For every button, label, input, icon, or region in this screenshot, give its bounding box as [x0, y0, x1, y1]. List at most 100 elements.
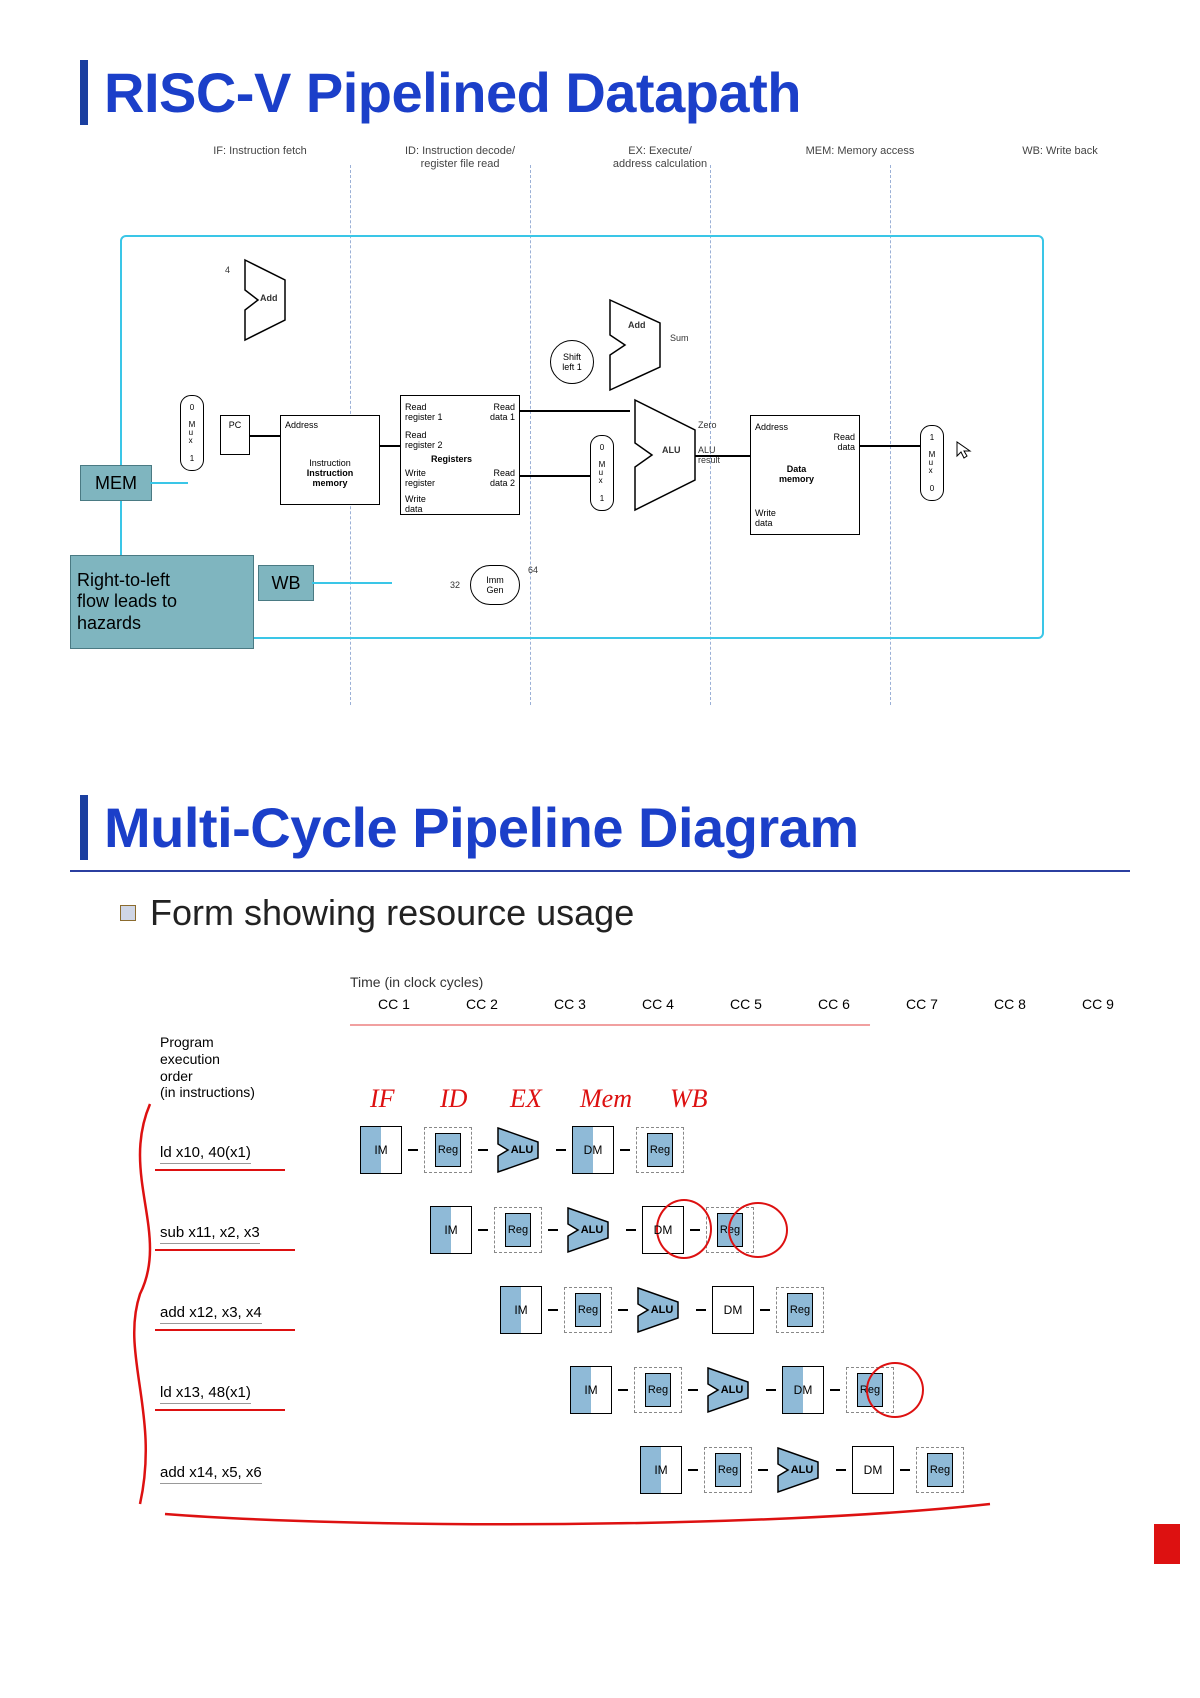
pipe-row-3: IM Reg ALU DM Reg [500, 1284, 824, 1336]
regfile-data2: Read data 2 [490, 468, 515, 488]
conn [760, 1309, 770, 1311]
stage-if-label: IF: Instruction fetch [170, 145, 350, 171]
imem-name: Instruction memory [285, 468, 375, 488]
red-bottom-swoop [160, 1494, 1000, 1534]
cc6: CC 6 [800, 996, 868, 1012]
hw-wb: WB [670, 1084, 708, 1114]
r4-reg1: Reg [634, 1367, 682, 1413]
instr-5: add x14, x5, x6 [160, 1464, 262, 1484]
imm-out-width: 64 [528, 565, 538, 575]
r4-alu: ALU [704, 1364, 760, 1416]
slide1-title: RISC-V Pipelined Datapath [104, 60, 1170, 125]
bullet-icon [120, 905, 136, 921]
alu-label: ALU [662, 445, 681, 455]
data-memory: Address Read data Data memory Write data [750, 415, 860, 535]
instr-2: sub x11, x2, x3 [160, 1224, 260, 1244]
cc7: CC 7 [888, 996, 956, 1012]
mem-tag-box: MEM [80, 465, 152, 501]
conn [618, 1309, 628, 1311]
instr-3: add x12, x3, x4 [160, 1304, 262, 1324]
wb-tag-line [312, 582, 392, 584]
slide2-title: Multi-Cycle Pipeline Diagram [104, 795, 1170, 860]
conn [478, 1229, 488, 1231]
r5-alu: ALU [774, 1444, 830, 1496]
r1-reg2: Reg [636, 1127, 684, 1173]
wire-alu-dmem [695, 455, 750, 457]
alu-mux-1: 1 [600, 494, 604, 503]
pc-mux: 0 M u x 1 [180, 395, 204, 471]
r4-dm: DM [782, 1366, 824, 1414]
r2-reg1: Reg [494, 1207, 542, 1253]
hw-if: IF [370, 1084, 395, 1114]
slide-multicycle: Multi-Cycle Pipeline Diagram Form showin… [0, 765, 1200, 1574]
red-under-2 [155, 1249, 295, 1251]
adder-pc4-label: Add [260, 293, 278, 303]
wire-pc-imem [250, 435, 280, 437]
r5-dm: DM [852, 1446, 894, 1494]
r1-alu: ALU [494, 1124, 550, 1176]
cycle-labels: CC 1 CC 2 CC 3 CC 4 CC 5 CC 6 CC 7 CC 8 … [360, 996, 1132, 1012]
pipe-row-5: IM Reg ALU DM Reg [640, 1444, 964, 1496]
r5-reg2: Reg [916, 1447, 964, 1493]
mux-in0: 0 [190, 403, 194, 412]
wire-dmem-wbmux [860, 445, 920, 447]
conn [408, 1149, 418, 1151]
pc-block: PC [220, 415, 250, 455]
time-header: Time (in clock cycles) [350, 974, 483, 990]
cursor-icon [955, 440, 975, 460]
wb-mux: 1 M u x 0 [920, 425, 944, 501]
slide-corner-marker [1154, 1524, 1180, 1564]
mem-tag-line [150, 482, 188, 484]
r1-im: IM [360, 1126, 402, 1174]
r3-im: IM [500, 1286, 542, 1334]
title-bar-2: Multi-Cycle Pipeline Diagram [80, 795, 1170, 860]
imm-gen: Imm Gen [470, 565, 520, 605]
cc1: CC 1 [360, 996, 428, 1012]
red-circle-r2-reg [728, 1202, 788, 1258]
title-bar: RISC-V Pipelined Datapath [80, 60, 1170, 125]
alu-mux-m: M u x [599, 461, 606, 485]
r5-reg1: Reg [704, 1447, 752, 1493]
r3-alu: ALU [634, 1284, 690, 1336]
datapath-diagram: IF: Instruction fetch ID: Instruction de… [50, 145, 1150, 705]
slide2-subtitle: Form showing resource usage [150, 892, 634, 934]
adder-branch [605, 295, 675, 395]
regfile-read1: Read register 1 [405, 402, 443, 422]
red-left-sketch [110, 1094, 170, 1514]
mux-in1: 1 [190, 454, 194, 463]
pc4-const: 4 [225, 265, 230, 275]
regfile-data1: Read data 1 [490, 402, 515, 422]
conn [758, 1469, 768, 1471]
conn [830, 1389, 840, 1391]
r1-reg1: Reg [424, 1127, 472, 1173]
cc9: CC 9 [1064, 996, 1132, 1012]
r2-im: IM [430, 1206, 472, 1254]
wb-mux-m: M u x [929, 451, 936, 475]
register-file: Read register 1 Read data 1 Read registe… [400, 395, 520, 515]
slide-datapath: RISC-V Pipelined Datapath IF: Instructio… [0, 0, 1200, 735]
imem-addr-label: Address [285, 420, 375, 430]
regfile-name: Registers [431, 454, 472, 464]
conn [900, 1469, 910, 1471]
wire-reg-alu1 [520, 410, 630, 412]
instr-1: ld x10, 40(x1) [160, 1144, 251, 1164]
mux-label: M u x [189, 421, 196, 445]
wb-mux-0: 0 [930, 484, 934, 493]
dmem-addr: Address [755, 422, 788, 432]
program-order-label: Program execution order (in instructions… [160, 1034, 255, 1101]
red-under-3 [155, 1329, 295, 1331]
hw-mem: Mem [580, 1084, 632, 1114]
conn [556, 1149, 566, 1151]
wb-mux-1: 1 [930, 433, 934, 442]
r1-dm: DM [572, 1126, 614, 1174]
slide2-subtitle-row: Form showing resource usage [120, 892, 1170, 934]
regfile-wdata: Write data [405, 494, 426, 514]
hw-ex: EX [510, 1084, 542, 1114]
conn [626, 1229, 636, 1231]
cc8: CC 8 [976, 996, 1044, 1012]
red-under-4 [155, 1409, 285, 1411]
stage-ex-label: EX: Execute/ address calculation [570, 145, 750, 171]
cc5: CC 5 [712, 996, 780, 1012]
cc2: CC 2 [448, 996, 516, 1012]
conn [478, 1149, 488, 1151]
